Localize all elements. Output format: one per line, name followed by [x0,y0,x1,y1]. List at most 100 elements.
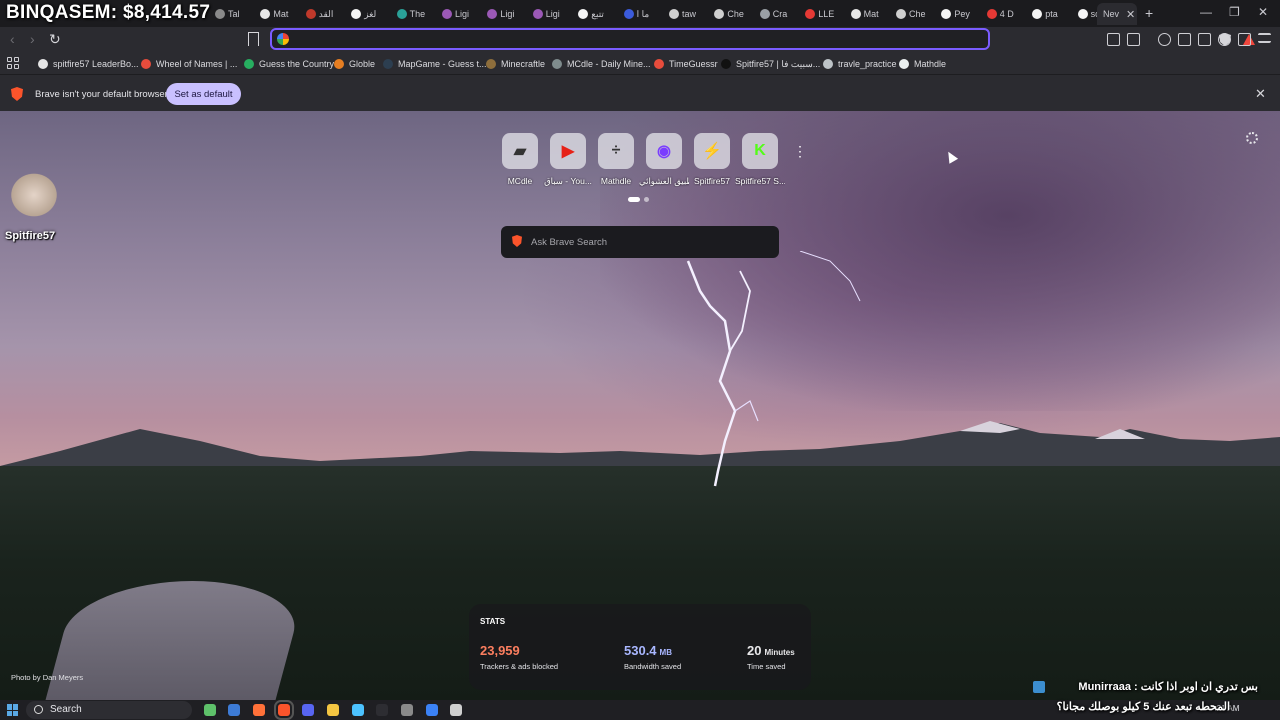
address-bar[interactable] [270,28,1255,50]
tab-label: LLE [818,9,835,19]
music-icon[interactable] [1158,33,1171,46]
bookmark-item[interactable]: spitfire57 LeaderBo... [38,56,139,72]
top-site-tile[interactable]: ◉ تطبيق العشوائي [639,133,689,187]
bookmark-item[interactable]: Spitfire57 | سبيت فا... [721,56,820,72]
tab[interactable]: 4 D [981,3,1024,25]
pagination-dot-active[interactable] [628,197,640,202]
screenshot-icon[interactable] [1127,33,1140,46]
tab[interactable]: The [391,3,434,25]
bookmark-item[interactable]: MCdle - Daily Mine... [552,56,651,72]
photo-credit[interactable]: Photo by Dan Meyers [11,673,83,682]
taskbar-app-icon[interactable] [302,704,314,716]
tab-close-icon[interactable]: ✕ [1126,8,1135,21]
tab-label: Ligi [545,9,560,19]
bookmark-item[interactable]: TimeGuessr [654,56,718,72]
settings-gear-icon[interactable] [1246,132,1258,144]
vpn-icon[interactable] [1238,33,1251,46]
brave-search-box[interactable] [501,226,779,258]
tab-favicon-icon [986,9,997,19]
top-site-tile[interactable]: ⚡ Spitfire57 [687,133,737,186]
infobar-close-icon[interactable]: ✕ [1255,86,1266,102]
pagination-dot[interactable] [644,197,649,202]
stats-widget: STATS 23,959 Trackers & ads blocked 530.… [469,604,811,690]
tab[interactable]: Tal [209,3,252,25]
bookmark-item[interactable]: travle_practice [823,56,897,72]
tab-favicon-icon [759,9,770,19]
tab[interactable]: Mat [845,3,888,25]
address-input[interactable] [294,32,934,46]
taskbar-app-icon[interactable] [376,704,388,716]
taskbar-app-icon[interactable] [401,704,413,716]
tab[interactable]: Nev ✕ [1097,3,1137,25]
tab-favicon-icon [1032,9,1043,19]
tab[interactable]: LLE [799,3,842,25]
tab[interactable]: Che [890,3,933,25]
forward-button[interactable]: › [30,31,35,47]
tab[interactable]: القد [300,3,343,25]
tab[interactable]: pta [1026,3,1069,25]
bookmark-item[interactable]: Mathdle [899,56,946,72]
bookmark-item[interactable]: Globle [334,56,375,72]
taskbar-app-icon[interactable] [450,704,462,716]
tab[interactable]: ما ا [618,3,661,25]
reload-button[interactable]: ↻ [49,31,61,48]
tab-favicon-icon [260,9,271,19]
tab-favicon-icon [941,9,952,19]
tab[interactable]: taw [663,3,706,25]
bandwidth-value: 530.4 [624,643,657,658]
bookmark-item[interactable]: Guess the Country [244,56,334,72]
taskbar-app-icon[interactable] [352,704,364,716]
tab-label: تتبع [591,8,604,19]
bookmarks-bar: spitfire57 LeaderBo... Wheel of Names | .… [0,53,1280,74]
close-window-button[interactable]: ✕ [1258,5,1268,19]
default-browser-infobar: Brave isn't your default browser Set as … [0,74,1280,111]
start-windows-icon[interactable] [7,704,19,716]
time-unit: Minutes [764,648,795,657]
search-input[interactable] [531,234,761,250]
top-site-tile[interactable]: K Spitfire57 S... [735,133,785,186]
top-sites-pagination[interactable] [628,197,649,202]
tab[interactable]: Cra [754,3,797,25]
tab[interactable]: لغز [345,3,388,25]
taskbar-app-icon[interactable] [228,704,240,716]
tab[interactable]: تتبع [572,3,615,25]
restore-button[interactable]: ❐ [1229,5,1240,19]
sidebar-icon[interactable] [1178,33,1191,46]
taskbar-app-icon[interactable] [204,704,216,716]
tab[interactable]: Che [708,3,751,25]
apps-grid-icon[interactable] [7,57,19,69]
top-site-tile[interactable]: ÷ Mathdle [591,133,641,186]
taskbar-app-icon[interactable] [327,704,339,716]
set-as-default-button[interactable]: Set as default [166,83,241,105]
taskbar-app-icon[interactable] [274,700,294,720]
leo-ai-icon[interactable] [1218,33,1231,46]
tab-favicon-icon [805,9,816,19]
wallet-icon[interactable] [1198,33,1211,46]
extensions-icon[interactable] [1107,33,1120,46]
tab[interactable]: Mat [254,3,297,25]
top-sites-more-icon[interactable]: ⋮ [793,143,807,160]
minimize-button[interactable]: — [1200,5,1212,19]
menu-icon[interactable] [1258,33,1271,43]
back-button[interactable]: ‹ [10,31,15,47]
browser-toolbar: ‹ › ↻ [0,27,1280,53]
bookmark-item[interactable]: Minecraftle [486,56,545,72]
tab-favicon-icon [896,9,906,19]
brave-search-icon [512,235,522,247]
tab[interactable]: Ligi [527,3,570,25]
bookmark-item[interactable]: Wheel of Names | ... [141,56,237,72]
tab[interactable]: Ligi [436,3,479,25]
new-tab-button[interactable]: + [1145,5,1153,21]
tab[interactable]: Ligi [481,3,524,25]
tab-label: ما ا [636,8,650,19]
top-site-label: MCdle [507,176,533,186]
top-site-tile[interactable]: ▶ سباق - You... [543,133,593,187]
taskbar-app-icon[interactable] [253,704,265,716]
tab[interactable]: Pey [935,3,978,25]
top-site-tile[interactable]: ▰ MCdle [495,133,545,186]
bookmark-item[interactable]: MapGame - Guess t... [383,56,487,72]
taskbar-app-icon[interactable] [426,704,438,716]
bookmark-icon[interactable] [248,32,259,46]
tab-label: Cra [772,9,788,19]
taskbar-search[interactable]: Search [26,701,192,719]
